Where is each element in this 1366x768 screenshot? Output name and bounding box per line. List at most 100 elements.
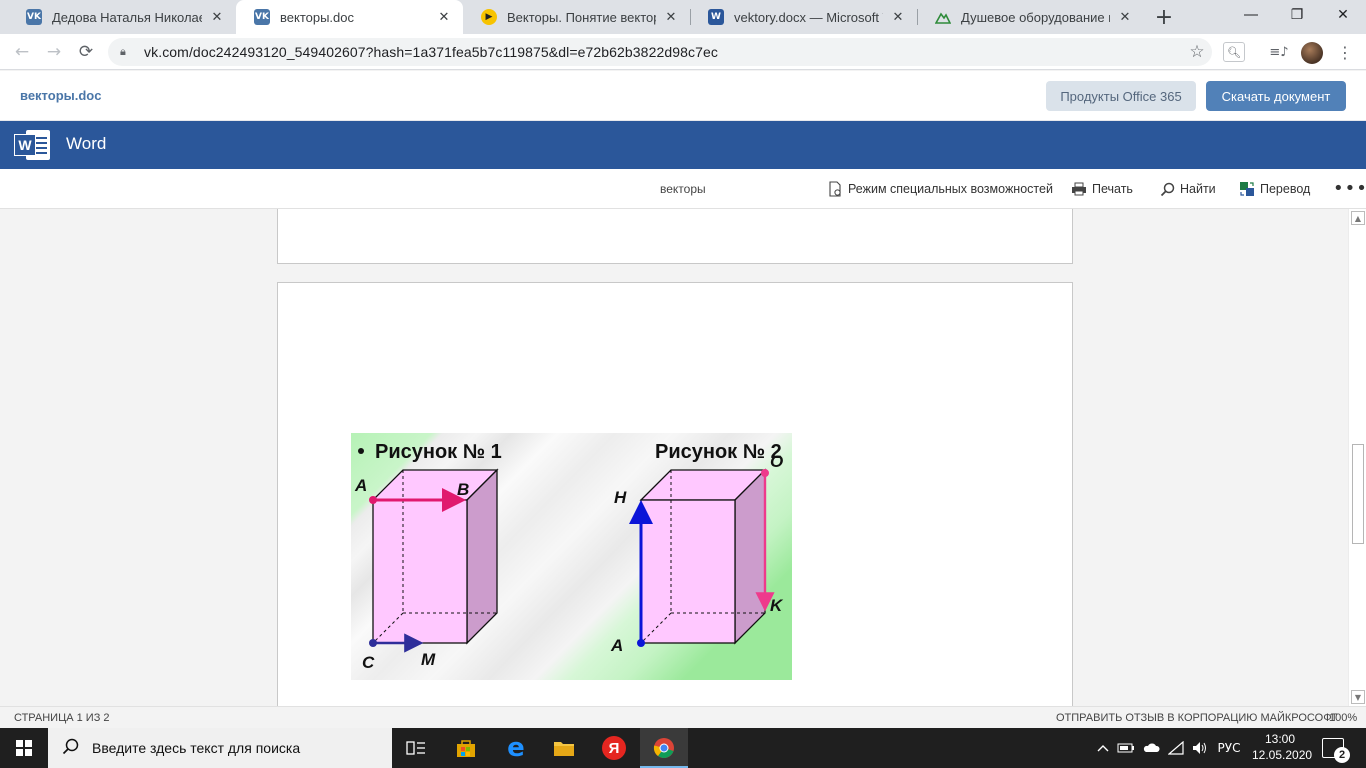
clock-time: 13:00 (1264, 732, 1296, 746)
chrome-button[interactable] (640, 728, 688, 768)
label-k-fig2: K (770, 596, 784, 615)
chrome-icon (653, 738, 674, 758)
vk-document-header: векторы.doc Продукты Office 365 Скачать … (0, 71, 1366, 121)
label-o-fig2: O (770, 452, 783, 471)
word-app-name: Word (66, 134, 107, 153)
network-icon[interactable] (1166, 728, 1186, 768)
printer-icon (1071, 181, 1087, 197)
scroll-up-icon[interactable]: ▲ (1351, 211, 1365, 225)
edge-icon: e (507, 733, 525, 763)
volume-icon[interactable] (1190, 728, 1210, 768)
task-view-button[interactable] (392, 728, 440, 768)
close-window-button[interactable]: ✕ (1320, 0, 1366, 30)
search-icon (62, 738, 80, 759)
yandex-browser-button[interactable]: Я (590, 728, 638, 768)
more-options-icon[interactable]: ••• (1333, 178, 1366, 199)
file-explorer-button[interactable] (540, 728, 588, 768)
url-text: vk.com/doc242493120_549402607?hash=1a371… (144, 44, 718, 60)
document-viewport[interactable]: Рисунок № 1 Рисунок № 2 A B C M H O K A (0, 209, 1348, 706)
show-hidden-icons[interactable] (1094, 728, 1112, 768)
address-bar[interactable]: 🔒︎ vk.com/doc242493120_549402607?hash=1a… (108, 38, 1212, 66)
vk-icon: VK (26, 9, 42, 25)
word-status-bar: СТРАНИЦА 1 ИЗ 2 ОТПРАВИТЬ ОТЗЫВ В КОРПОР… (0, 706, 1366, 728)
minimize-button[interactable]: ― (1228, 0, 1274, 30)
tab-title: векторы.doc (280, 9, 355, 25)
tab-vk-document[interactable]: VK векторы.doc ✕ (236, 0, 463, 34)
notification-count-badge: 2 (1334, 747, 1350, 763)
close-icon[interactable]: ✕ (435, 8, 453, 26)
document-name: векторы (660, 182, 706, 196)
office-365-button[interactable]: Продукты Office 365 (1046, 81, 1196, 111)
media-control-icon[interactable]: ≡♪ (1268, 42, 1290, 62)
figure-1-title: Рисунок № 1 (375, 441, 502, 463)
chevron-up-icon (1097, 745, 1109, 752)
print-button[interactable]: Печать (1071, 180, 1133, 198)
box-figure-2 (639, 468, 767, 645)
search-extension-icon[interactable]: 🔍︎ (1223, 42, 1245, 62)
label-h-fig2: H (614, 488, 627, 507)
folder-icon (554, 742, 574, 756)
windows-logo-icon (16, 740, 32, 756)
point-c-fig1 (369, 639, 377, 647)
yandex-icon: Я (602, 736, 626, 760)
lock-icon: 🔒︎ (120, 45, 126, 58)
tab-word-online[interactable]: W vektory.docx — Microsoft Wor ✕ (690, 0, 917, 34)
feedback-link[interactable]: ОТПРАВИТЬ ОТЗЫВ В КОРПОРАЦИЮ МАЙКРОСОФТ (1056, 712, 1338, 724)
zoom-level[interactable]: 100% (1329, 712, 1357, 724)
close-icon[interactable]: ✕ (889, 8, 907, 26)
browser-menu-icon[interactable]: ⋮ (1334, 42, 1356, 62)
point-a-fig1 (369, 496, 377, 504)
reload-button[interactable]: ⟳ (74, 40, 98, 64)
close-icon[interactable]: ✕ (208, 8, 226, 26)
word-logo-icon: W (14, 128, 50, 162)
find-button[interactable]: Найти (1159, 180, 1216, 198)
store-icon (457, 740, 475, 757)
tab-vk-profile[interactable]: VK Дедова Наталья Николаевна ✕ (8, 0, 236, 34)
translate-label: Перевод (1260, 182, 1311, 196)
translate-icon (1239, 181, 1255, 197)
find-label: Найти (1180, 182, 1216, 196)
word-command-bar: векторы Режим специальных возможностей П… (0, 169, 1366, 209)
battery-icon[interactable] (1116, 728, 1136, 768)
close-icon[interactable]: ✕ (662, 8, 680, 26)
page-counter: СТРАНИЦА 1 ИЗ 2 (14, 712, 110, 724)
edge-button[interactable]: e (492, 728, 540, 768)
input-language-indicator[interactable]: РУС (1214, 728, 1244, 768)
restore-button[interactable]: ❐ (1274, 0, 1320, 30)
label-m-fig1: M (421, 650, 436, 669)
profile-avatar[interactable] (1301, 42, 1323, 64)
translate-button[interactable]: Перевод (1239, 180, 1310, 198)
onedrive-icon[interactable] (1141, 728, 1161, 768)
new-tab-button[interactable]: + (1152, 5, 1176, 30)
scroll-down-icon[interactable]: ▼ (1351, 690, 1365, 704)
document-scrollbar[interactable]: ▲ ▼ (1348, 209, 1366, 706)
label-c-fig1: C (362, 653, 375, 672)
browser-tab-strip: VK Дедова Наталья Николаевна ✕ VK вектор… (0, 0, 1366, 34)
search-icon (1159, 181, 1175, 197)
forward-button[interactable]: → (42, 40, 66, 64)
tab-title: Душевое оборудование в Тю (961, 9, 1110, 25)
tab-shower-equipment[interactable]: Душевое оборудование в Тю ✕ (917, 0, 1144, 34)
label-b-fig1: B (457, 480, 469, 499)
tab-vectors-video[interactable]: ▶ Векторы. Понятие вектора. Ра ✕ (463, 0, 690, 34)
back-button[interactable]: ← (10, 40, 34, 64)
label-a-fig2: A (610, 636, 623, 655)
start-button[interactable] (0, 728, 48, 768)
scrollbar-thumb[interactable] (1352, 444, 1364, 544)
taskbar-search-box[interactable]: Введите здесь текст для поиска (48, 728, 392, 768)
point-a-fig2 (637, 639, 645, 647)
word-icon: W (708, 9, 724, 25)
accessibility-mode-button[interactable]: Режим специальных возможностей (827, 180, 1053, 198)
word-app-bar: W Word (0, 121, 1366, 169)
print-label: Печать (1092, 182, 1133, 196)
taskbar-clock[interactable]: 13:00 12.05.2020 (1252, 731, 1312, 763)
download-document-button[interactable]: Скачать документ (1206, 81, 1346, 111)
play-icon: ▶ (481, 9, 497, 25)
accessibility-icon (827, 181, 843, 197)
document-page-1 (277, 209, 1073, 264)
tab-title: Дедова Наталья Николаевна (52, 9, 202, 25)
bookmark-star-icon[interactable]: ☆ (1182, 42, 1212, 62)
figure-2-title: Рисунок № 2 (655, 441, 782, 463)
microsoft-store-button[interactable] (442, 728, 490, 768)
close-icon[interactable]: ✕ (1116, 8, 1134, 26)
